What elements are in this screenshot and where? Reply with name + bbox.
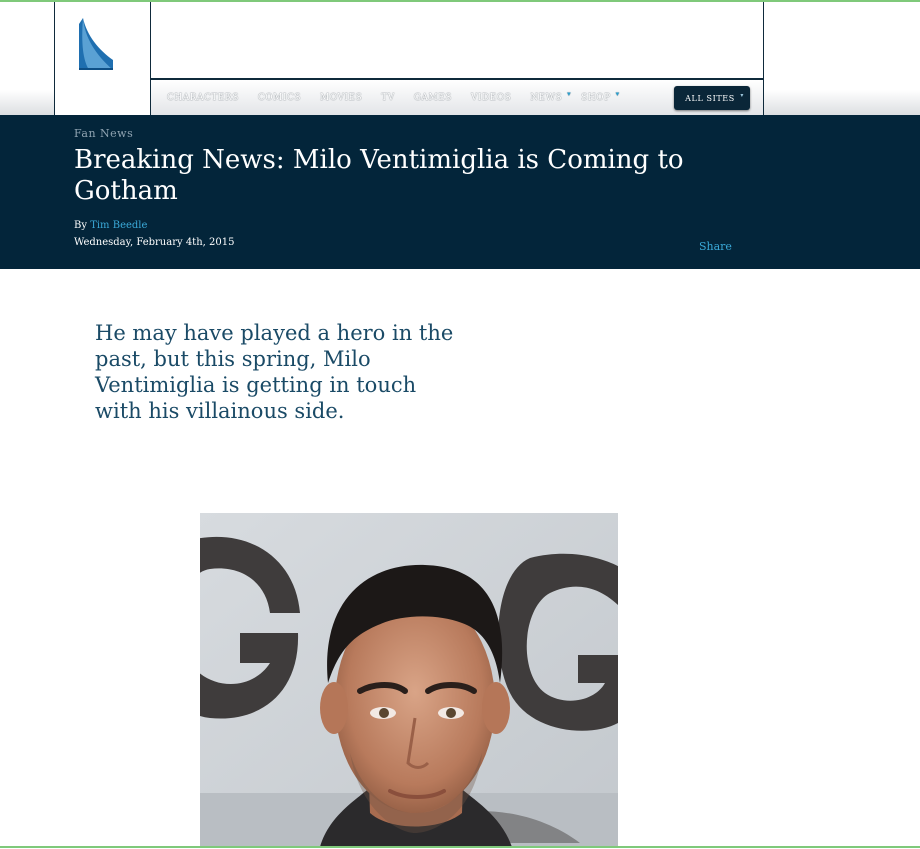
share-button[interactable]: Share	[699, 240, 732, 253]
nav-item-games[interactable]: GAMES	[414, 93, 452, 103]
nav-item-tv[interactable]: TV	[381, 93, 395, 103]
nav-item-news[interactable]: NEWS ▾	[530, 90, 570, 103]
article-photo	[200, 513, 618, 847]
article-title: Breaking News: Milo Ventimiglia is Comin…	[74, 145, 684, 206]
nav-item-label: CHARACTERS	[167, 93, 239, 103]
article-byline: By Tim Beedle	[74, 220, 147, 231]
logo-icon	[79, 18, 113, 70]
ad-banner-slot	[151, 2, 764, 80]
nav-item-label: COMICS	[257, 93, 302, 103]
all-sites-button[interactable]: ALL SITES ▾	[674, 86, 750, 110]
article-date: Wednesday, February 4th, 2015	[74, 237, 235, 248]
main-nav: CHARACTERS COMICS MOVIES TV GAMES VIDEOS NEWS ▾…	[151, 80, 764, 115]
nav-list: CHARACTERS COMICS MOVIES TV GAMES VIDEOS NEWS ▾…	[167, 90, 630, 103]
nav-item-label: GAMES	[413, 93, 452, 103]
nav-item-label: MOVIES	[320, 93, 363, 103]
byline-prefix: By	[74, 220, 87, 231]
article-intro: He may have played a hero in the past, b…	[95, 321, 454, 423]
portrait-image	[200, 513, 618, 847]
window-bottom-border	[0, 846, 920, 848]
nav-item-label: VIDEOS	[470, 93, 512, 103]
site-logo[interactable]	[54, 2, 151, 115]
chevron-down-icon: ▾	[567, 90, 572, 98]
article-hero: Fan News Breaking News: Milo Ventimiglia…	[0, 115, 920, 269]
nav-item-characters[interactable]: CHARACTERS	[167, 93, 239, 103]
chevron-down-icon: ▾	[615, 90, 620, 98]
all-sites-label: ALL SITES	[685, 93, 735, 103]
nav-item-label: TV	[381, 93, 395, 103]
nav-item-comics[interactable]: COMICS	[258, 93, 301, 103]
nav-item-shop[interactable]: SHOP ▾	[581, 90, 619, 103]
chevron-down-icon: ▾	[740, 92, 744, 99]
article-category[interactable]: Fan News	[74, 127, 133, 140]
site-header: CHARACTERS COMICS MOVIES TV GAMES VIDEOS NEWS ▾…	[0, 2, 920, 117]
author-link[interactable]: Tim Beedle	[90, 220, 147, 231]
nav-item-movies[interactable]: MOVIES	[320, 93, 362, 103]
nav-item-label: SHOP	[581, 93, 611, 103]
nav-item-videos[interactable]: VIDEOS	[471, 93, 511, 103]
nav-item-label: NEWS	[530, 93, 563, 103]
